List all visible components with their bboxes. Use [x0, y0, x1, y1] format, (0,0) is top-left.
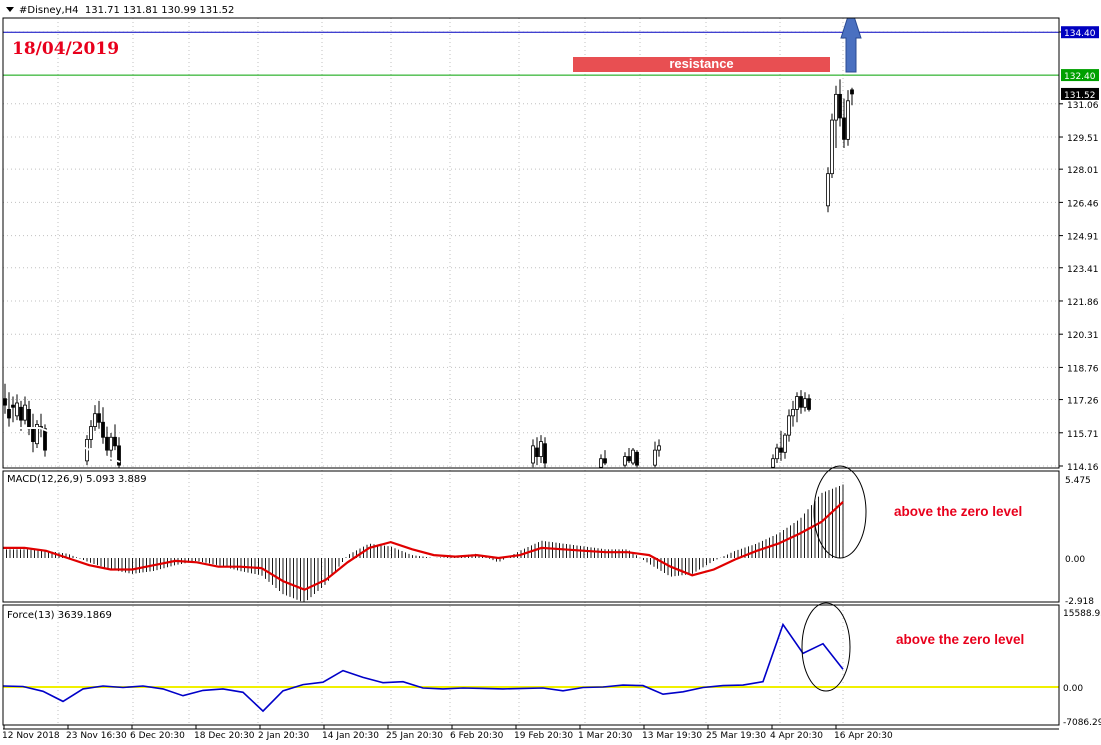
candle	[43, 428, 47, 451]
force-note: above the zero level	[896, 632, 1025, 647]
candle	[771, 458, 775, 468]
candle	[7, 409, 11, 419]
symbol-header[interactable]: #Disney,H4 131.71 131.81 130.99 131.52	[6, 5, 234, 16]
price-tick-label: 117.26	[1067, 397, 1099, 407]
symbol-label: #Disney,H4	[19, 5, 79, 16]
macd-tick-label: 0.00	[1065, 555, 1085, 565]
candle	[93, 413, 97, 427]
macd-tick-label: -2.918	[1065, 597, 1094, 607]
price-tag-label: 134.40	[1064, 29, 1096, 39]
candle	[846, 100, 850, 140]
candle	[27, 409, 31, 430]
price-tick-label: 131.06	[1067, 101, 1099, 111]
time-tick-label: 6 Feb 20:30	[450, 731, 504, 741]
candle	[89, 426, 93, 440]
time-tick-label: 18 Dec 20:30	[194, 731, 255, 741]
candle	[101, 421, 105, 438]
candle	[31, 428, 35, 442]
time-tick-label: 23 Nov 16:30	[66, 731, 127, 741]
candle	[803, 398, 807, 408]
resistance-zone: resistance	[573, 57, 830, 72]
candle	[599, 458, 603, 468]
price-tick-label: 115.71	[1067, 430, 1099, 440]
time-tick-label: 2 Jan 20:30	[258, 731, 310, 741]
candle	[657, 445, 661, 451]
candle	[531, 445, 535, 464]
candle	[105, 436, 109, 451]
candle	[830, 119, 834, 175]
price-tick-label: 114.16	[1067, 463, 1099, 473]
candle	[627, 456, 631, 462]
force-tick-label: 0.00	[1063, 684, 1083, 694]
candle	[795, 396, 799, 410]
macd-note: above the zero level	[894, 504, 1023, 519]
candle	[3, 398, 7, 406]
force-title: Force(13) 3639.1869	[7, 610, 112, 621]
time-tick-label: 1 Mar 20:30	[578, 731, 633, 741]
time-tick-label: 12 Nov 2018	[2, 731, 60, 741]
price-tick-label: 129.51	[1067, 134, 1099, 144]
candle	[775, 447, 779, 460]
candle	[535, 447, 539, 457]
price-tick-label: 120.31	[1067, 331, 1099, 341]
time-tick-label: 6 Dec 20:30	[130, 731, 185, 741]
ohlc-values: 131.71 131.81 130.99 131.52	[84, 5, 235, 16]
time-tick-label: 13 Mar 19:30	[642, 731, 702, 741]
candle	[787, 415, 791, 436]
time-tick-label: 25 Jan 20:30	[386, 731, 443, 741]
force-tick-label: 15588.95	[1063, 609, 1101, 619]
price-tick-label: 118.76	[1067, 364, 1099, 374]
candle	[23, 404, 27, 421]
price-tick-label: 128.01	[1067, 166, 1099, 176]
candle	[826, 173, 830, 207]
candle	[109, 436, 113, 451]
chevron-down-icon[interactable]	[6, 7, 14, 12]
candle	[834, 93, 838, 121]
time-tick-label: 16 Apr 20:30	[834, 731, 893, 741]
price-tick-label: 121.86	[1067, 298, 1099, 308]
force-tick-label: -7086.29	[1063, 718, 1101, 728]
price-tick-label: 123.41	[1067, 265, 1099, 275]
date-annotation: 18/04/2019	[12, 39, 120, 59]
time-tick-label: 19 Feb 20:30	[514, 731, 573, 741]
candle	[631, 449, 635, 464]
price-tag-label: 131.52	[1064, 91, 1096, 101]
candle	[539, 441, 543, 457]
macd-tick-label: 5.475	[1065, 476, 1091, 486]
macd-title: MACD(12,26,9) 5.093 3.889	[7, 474, 147, 485]
candle	[653, 449, 657, 466]
price-tag-label: 132.40	[1064, 72, 1096, 82]
candle	[783, 434, 787, 453]
time-tick-label: 14 Jan 20:30	[322, 731, 379, 741]
candle	[807, 398, 811, 410]
candle	[543, 443, 547, 464]
candle	[850, 89, 854, 95]
candle	[635, 451, 639, 466]
candle	[15, 402, 19, 417]
price-tick-label: 124.91	[1067, 233, 1099, 243]
candle	[97, 413, 101, 423]
time-tick-label: 25 Mar 19:30	[706, 731, 766, 741]
candle	[113, 436, 117, 447]
candle	[791, 409, 795, 417]
candle	[603, 458, 607, 464]
time-tick-label: 4 Apr 20:30	[770, 731, 823, 741]
candle	[799, 396, 803, 408]
candle	[842, 117, 846, 140]
candle	[19, 406, 23, 421]
candle	[11, 404, 15, 408]
candle	[838, 93, 842, 119]
price-tick-label: 126.46	[1067, 199, 1099, 209]
candle	[623, 456, 627, 466]
candle	[779, 447, 783, 453]
